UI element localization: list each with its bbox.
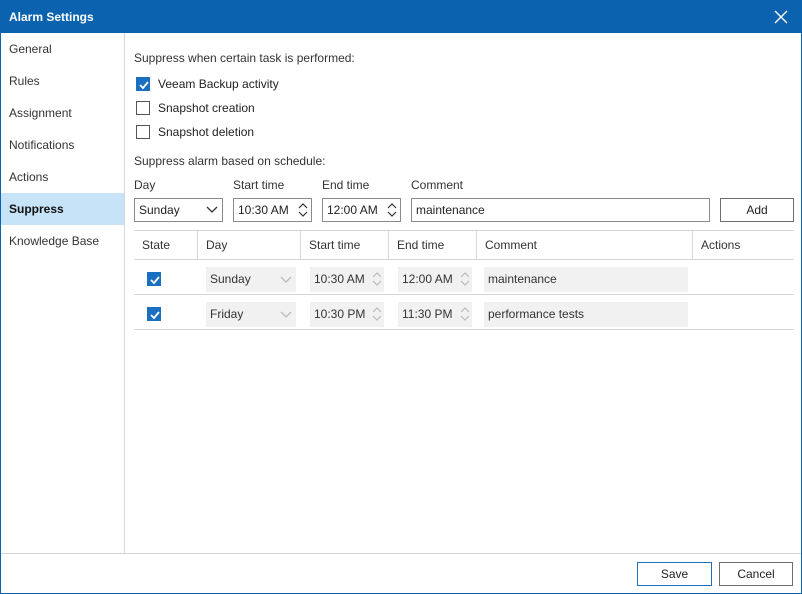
save-button[interactable]: Save (637, 562, 712, 586)
row-comment[interactable]: performance tests (484, 302, 688, 327)
start-time-value: 10:30 AM (238, 203, 289, 217)
row-day-value: Sunday (210, 272, 251, 286)
row-end-time[interactable]: 12:00 AM (398, 267, 472, 292)
end-time-label: End time (322, 178, 369, 192)
spinner-arrows-icon (372, 270, 382, 288)
header-comment[interactable]: Comment (476, 231, 692, 259)
sidebar-item-notifications[interactable]: Notifications (1, 129, 124, 161)
row-end-value: 11:30 PM (402, 307, 452, 321)
row-comment-value: maintenance (488, 272, 557, 286)
task-heading: Suppress when certain task is performed: (134, 51, 355, 65)
spinner-arrows-icon[interactable] (298, 201, 308, 219)
header-state[interactable]: State (134, 231, 197, 259)
start-time-input[interactable]: 10:30 AM (233, 198, 312, 222)
row-start-value: 10:30 AM (314, 272, 365, 286)
snapshot-creation-checkbox[interactable] (136, 101, 150, 115)
sidebar-item-general[interactable]: General (1, 33, 124, 65)
sidebar-item-label: General (9, 42, 52, 56)
schedule-heading: Suppress alarm based on schedule: (134, 154, 325, 168)
header-day[interactable]: Day (197, 231, 300, 259)
spinner-arrows-icon (460, 305, 470, 323)
header-actions[interactable]: Actions (692, 231, 794, 259)
close-icon[interactable] (771, 7, 791, 27)
row-start-time[interactable]: 10:30 AM (310, 267, 384, 292)
cancel-button[interactable]: Cancel (719, 562, 793, 586)
snapshot-deletion-checkbox[interactable] (136, 125, 150, 139)
sidebar-nav: General Rules Assignment Notifications A… (1, 33, 125, 553)
comment-input[interactable]: maintenance (411, 198, 710, 222)
row-day-value: Friday (210, 307, 243, 321)
spinner-arrows-icon (460, 270, 470, 288)
table-row: Sunday 10:30 AM 12:00 AM maintenance (134, 260, 794, 295)
end-time-value: 12:00 AM (327, 203, 378, 217)
row-comment-value: performance tests (488, 307, 584, 321)
end-time-input[interactable]: 12:00 AM (322, 198, 401, 222)
sidebar-item-label: Knowledge Base (9, 234, 99, 248)
table-header: State Day Start time End time Comment Ac… (134, 230, 794, 260)
sidebar-item-suppress[interactable]: Suppress (1, 193, 124, 225)
window-title: Alarm Settings (9, 10, 94, 24)
row-comment[interactable]: maintenance (484, 267, 688, 292)
day-label: Day (134, 178, 155, 192)
chevron-down-icon (280, 276, 292, 284)
header-end-time[interactable]: End time (388, 231, 476, 259)
row-start-value: 10:30 PM (314, 307, 365, 321)
add-button[interactable]: Add (720, 198, 794, 222)
veeam-backup-checkbox[interactable] (136, 77, 150, 91)
sidebar-item-label: Notifications (9, 138, 74, 152)
row-state-checkbox[interactable] (147, 272, 161, 286)
row-day-select[interactable]: Sunday (206, 267, 296, 292)
spinner-arrows-icon[interactable] (387, 201, 397, 219)
veeam-backup-label: Veeam Backup activity (158, 77, 279, 91)
suppress-panel: Suppress when certain task is performed:… (134, 33, 796, 553)
comment-label: Comment (411, 178, 463, 192)
day-select[interactable]: Sunday (134, 198, 223, 222)
alarm-settings-dialog: Alarm Settings General Rules Assignment … (0, 0, 802, 594)
comment-value: maintenance (416, 203, 485, 217)
chevron-down-icon (280, 311, 292, 319)
spinner-arrows-icon (372, 305, 382, 323)
day-select-value: Sunday (139, 203, 180, 217)
dialog-footer: Save Cancel (1, 553, 801, 593)
sidebar-item-rules[interactable]: Rules (1, 65, 124, 97)
sidebar-item-label: Assignment (9, 106, 72, 120)
sidebar-item-knowledge-base[interactable]: Knowledge Base (1, 225, 124, 257)
sidebar-item-label: Rules (9, 74, 40, 88)
sidebar-item-assignment[interactable]: Assignment (1, 97, 124, 129)
row-state-checkbox[interactable] (147, 307, 161, 321)
header-start-time[interactable]: Start time (300, 231, 388, 259)
row-day-select[interactable]: Friday (206, 302, 296, 327)
row-end-time[interactable]: 11:30 PM (398, 302, 472, 327)
start-time-label: Start time (233, 178, 284, 192)
row-end-value: 12:00 AM (402, 272, 453, 286)
row-start-time[interactable]: 10:30 PM (310, 302, 384, 327)
snapshot-deletion-label: Snapshot deletion (158, 125, 254, 139)
snapshot-creation-label: Snapshot creation (158, 101, 255, 115)
table-row: Friday 10:30 PM 11:30 PM performance tes… (134, 295, 794, 330)
sidebar-item-actions[interactable]: Actions (1, 161, 124, 193)
sidebar-item-label: Actions (9, 170, 48, 184)
title-bar: Alarm Settings (1, 1, 801, 33)
sidebar-item-label: Suppress (9, 202, 64, 216)
chevron-down-icon (206, 206, 218, 214)
